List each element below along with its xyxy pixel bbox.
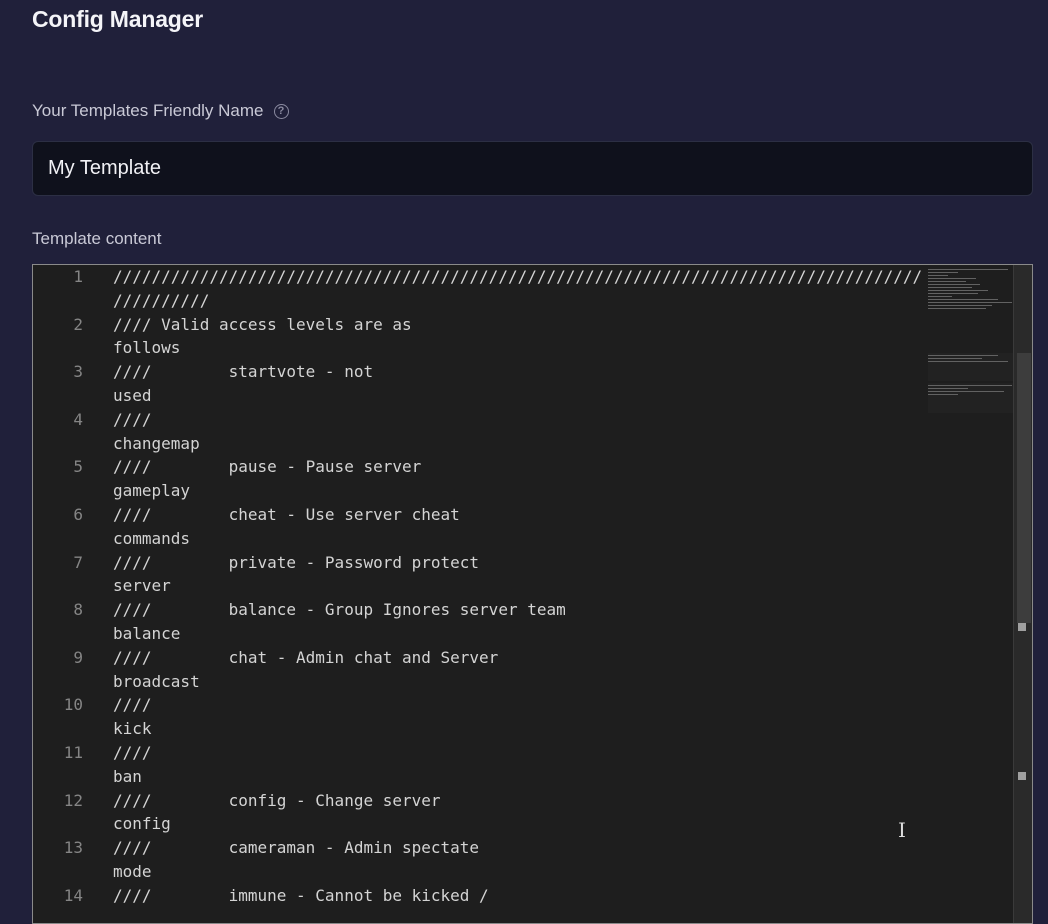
code-text[interactable]: //// config - Change server config: [113, 789, 441, 837]
code-line[interactable]: 2 //// Valid access levels are as follows: [33, 313, 928, 361]
code-line[interactable]: 4 //// changemap: [33, 408, 928, 456]
code-line[interactable]: 6 //// cheat - Use server cheat commands: [33, 503, 928, 551]
code-text-segment: //////////: [113, 290, 210, 310]
template-name-input[interactable]: [32, 141, 1033, 196]
line-number: 8: [73, 600, 83, 620]
code-text-segment: config: [113, 814, 171, 834]
line-number: 9: [73, 647, 83, 667]
code-line[interactable]: 7 //// private - Password protect server: [33, 551, 928, 599]
template-name-label-text: Your Templates Friendly Name: [32, 101, 264, 120]
scroll-marker: [1018, 772, 1026, 780]
code-text[interactable]: //// cheat - Use server cheat commands: [113, 503, 460, 551]
line-number: 2: [73, 314, 83, 334]
code-line[interactable]: 14 //// immune - Cannot be kicked /: [33, 884, 928, 908]
code-text[interactable]: //// cameraman - Admin spectate mode: [113, 836, 479, 884]
code-text-segment: ////////////////////////////////////////…: [113, 267, 923, 286]
code-text[interactable]: //// pause - Pause server gameplay: [113, 455, 421, 503]
code-text-segment: ////: [113, 742, 152, 762]
code-text[interactable]: //// private - Password protect server: [113, 551, 479, 599]
page-title: Config Manager: [32, 6, 203, 32]
line-number: 13: [63, 838, 83, 858]
code-text-segment: //// config - Change server: [113, 790, 441, 810]
code-text-segment: ////: [113, 409, 152, 429]
code-text-segment: balance: [113, 623, 181, 643]
code-text-segment: used: [113, 385, 152, 405]
text-cursor-icon: I: [898, 818, 906, 842]
code-text-segment: mode: [113, 861, 152, 881]
code-text-segment: //// private - Password protect: [113, 552, 480, 572]
code-text[interactable]: //// chat - Admin chat and Server broadca…: [113, 646, 498, 694]
code-text-segment: commands: [113, 528, 191, 548]
code-text[interactable]: //// kick: [113, 693, 152, 741]
editor-minimap[interactable]: [928, 265, 1014, 425]
code-line[interactable]: 5 //// pause - Pause server gameplay: [33, 455, 928, 503]
code-text-segment: kick: [113, 719, 152, 739]
code-text[interactable]: //// Valid access levels are as follows: [113, 313, 412, 361]
code-text-segment: //// chat - Admin chat and Server: [113, 647, 499, 667]
line-number: 5: [73, 457, 83, 477]
code-text[interactable]: //// immune - Cannot be kicked /: [113, 884, 489, 908]
editor-scrollbar[interactable]: [1013, 265, 1032, 923]
code-line[interactable]: 8 //// balance - Group Ignores server tea…: [33, 598, 928, 646]
code-text-segment: follows: [113, 338, 181, 358]
code-text[interactable]: //// ban: [113, 741, 152, 789]
code-text-segment: broadcast: [113, 671, 200, 691]
code-text-segment: //// startvote - not: [113, 362, 374, 382]
code-text-segment: //// cameraman - Admin spectate: [113, 838, 480, 858]
code-text[interactable]: //// balance - Group Ignores server team…: [113, 598, 566, 646]
code-line[interactable]: 9 //// chat - Admin chat and Server broadc…: [33, 646, 928, 694]
code-area[interactable]: 1///////////////////////////////////////…: [33, 265, 928, 908]
line-number: 14: [63, 885, 83, 905]
code-line[interactable]: 13 //// cameraman - Admin spectate mode: [33, 836, 928, 884]
scroll-marker: [1018, 623, 1026, 631]
code-text-segment: changemap: [113, 433, 200, 453]
line-number: 11: [63, 742, 83, 762]
template-content-label: Template content: [32, 229, 162, 248]
line-number: 3: [73, 362, 83, 382]
code-line[interactable]: 10 //// kick: [33, 693, 928, 741]
template-content-editor[interactable]: 1///////////////////////////////////////…: [32, 264, 1033, 924]
scrollbar-thumb[interactable]: [1017, 353, 1031, 623]
code-line[interactable]: 3 //// startvote - not used: [33, 360, 928, 408]
line-number: 4: [73, 409, 83, 429]
line-number: 10: [63, 695, 83, 715]
code-text[interactable]: //// startvote - not used: [113, 360, 373, 408]
code-line[interactable]: 11 //// ban: [33, 741, 928, 789]
help-icon[interactable]: ?: [273, 103, 289, 119]
code-text-segment: //// immune - Cannot be kicked /: [113, 885, 489, 905]
line-number: 6: [73, 504, 83, 524]
code-text-segment: ban: [113, 766, 142, 786]
code-text-segment: gameplay: [113, 481, 191, 501]
code-text-segment: ////: [113, 695, 152, 715]
code-line[interactable]: 1///////////////////////////////////////…: [33, 265, 928, 313]
template-name-label: Your Templates Friendly Name ?: [32, 101, 289, 121]
line-number: 7: [73, 552, 83, 572]
code-text-segment: //// pause - Pause server: [113, 457, 422, 477]
code-line[interactable]: 12 //// config - Change server config: [33, 789, 928, 837]
code-text-segment: //// Valid access levels are as: [113, 314, 412, 334]
code-text-segment: //// balance - Group Ignores server team: [113, 600, 566, 620]
line-number: 1: [73, 267, 83, 286]
code-text[interactable]: //// changemap: [113, 408, 200, 456]
line-number: 12: [63, 790, 83, 810]
code-text-segment: //// cheat - Use server cheat: [113, 504, 460, 524]
code-text[interactable]: ////////////////////////////////////////…: [113, 265, 922, 313]
code-text-segment: server: [113, 576, 171, 596]
